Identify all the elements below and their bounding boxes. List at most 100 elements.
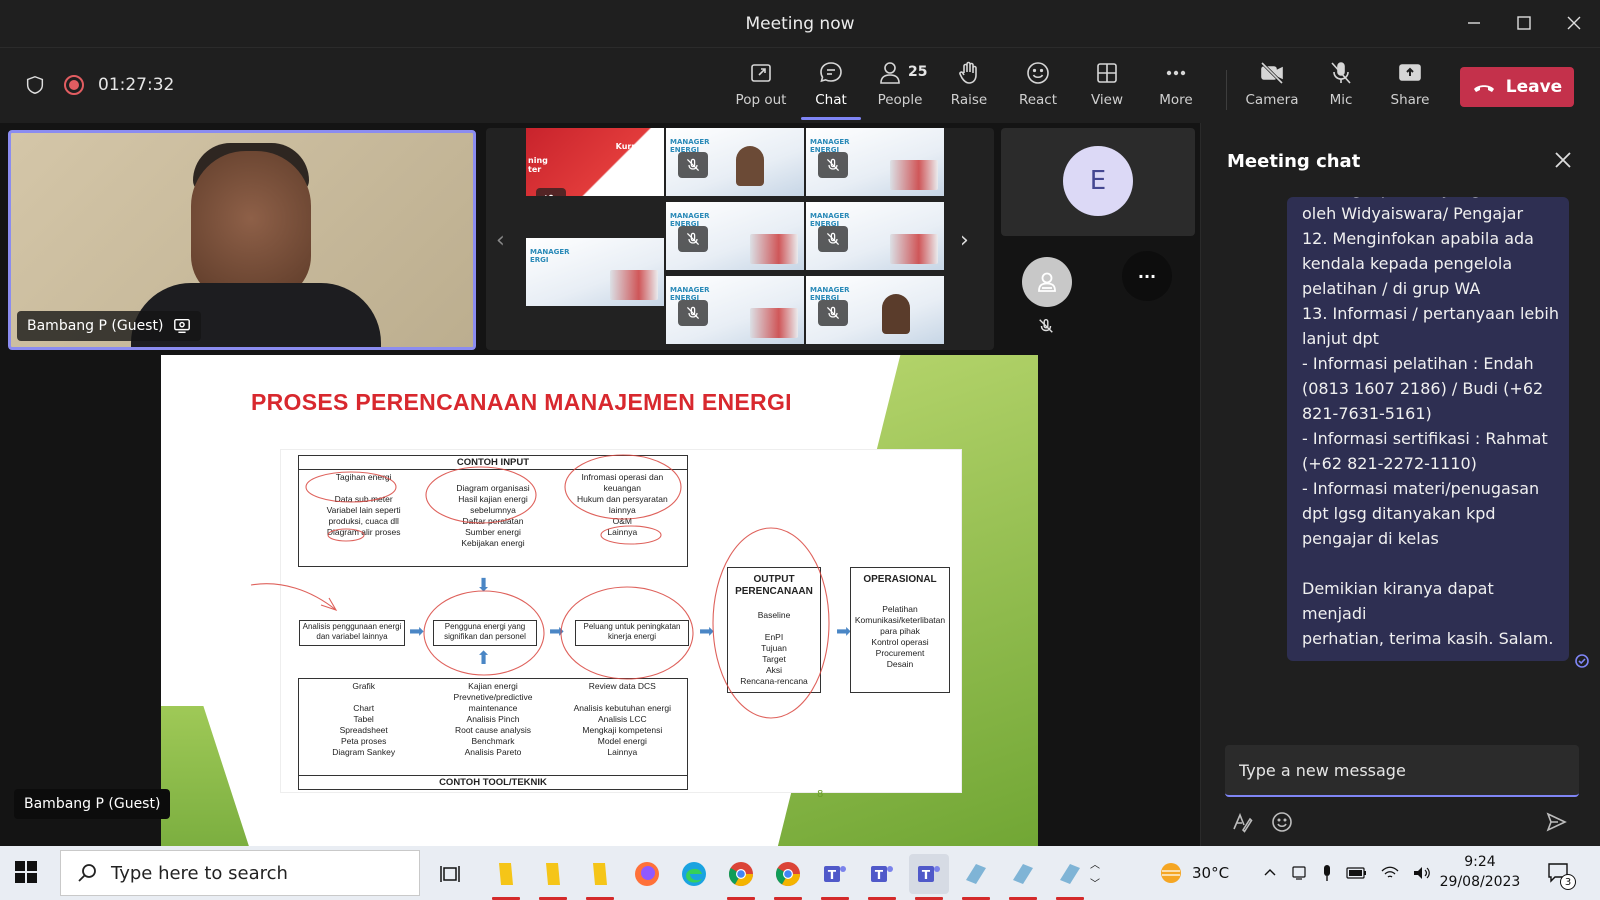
person-icon <box>1038 272 1056 292</box>
taskbar-search[interactable]: Type here to search <box>60 850 420 896</box>
close-chat-button[interactable] <box>1554 151 1572 173</box>
share-button[interactable]: Share <box>1376 60 1444 118</box>
participant-tile-e[interactable]: E <box>1001 128 1195 236</box>
slide-text-line: Aksi <box>765 665 783 675</box>
popout-button[interactable]: Pop out <box>727 60 795 118</box>
start-button[interactable] <box>14 860 38 888</box>
participant-tile[interactable]: MANAGER ENERGI <box>666 128 804 196</box>
slide-text-line: Infromasi operasi dan <box>581 472 664 482</box>
participant-video-frame <box>736 146 764 186</box>
muted-indicator <box>1037 317 1055 339</box>
taskbar-app-chrome[interactable] <box>768 854 808 900</box>
mic-off-icon <box>826 158 840 172</box>
participant-tile[interactable]: MANAGER ENERGI <box>666 276 804 344</box>
raise-hand-button[interactable]: Raise <box>935 60 1003 118</box>
task-view-button[interactable] <box>430 854 470 894</box>
window-title: Meeting now <box>745 14 855 34</box>
teams-icon: T <box>824 866 846 882</box>
taskbar-app-document[interactable] <box>1003 854 1043 900</box>
close-window-button[interactable] <box>1552 8 1596 38</box>
react-button[interactable]: React <box>1004 60 1072 118</box>
taskbar-app-firefox[interactable] <box>627 854 667 894</box>
slide-text-line: Peta proses <box>340 736 387 746</box>
format-button[interactable] <box>1231 811 1253 837</box>
slide-text-line: Analisis LCC <box>597 714 647 724</box>
taskbar-app-teams-active[interactable]: T <box>909 854 949 900</box>
step-peluang: Peluang untuk peningkatan kinerja energi <box>575 620 689 646</box>
leave-button[interactable]: Leave <box>1460 67 1574 107</box>
notification-center-button[interactable]: 3 <box>1546 846 1576 900</box>
taskbar-app-teams[interactable]: T <box>815 854 855 900</box>
taskbar-app-teams[interactable]: T <box>862 854 902 900</box>
taskbar-clock[interactable]: 9:24 29/08/2023 <box>1430 852 1530 892</box>
chat-message-bubble[interactable]: 11. Mengerjakan tugas dan melengkapi dat… <box>1287 197 1569 661</box>
slide-text-line: Target <box>762 654 786 664</box>
slide-text-line: para pihak <box>880 626 920 636</box>
input-col-2: Diagram organisasi Hasil kajian energi seb… <box>428 470 557 549</box>
slide-thumbnail-art <box>890 160 938 190</box>
taskbar-app-document[interactable] <box>956 854 996 900</box>
message-compose-box[interactable] <box>1225 745 1579 797</box>
participant-tile[interactable]: MANAGER ENERGI <box>806 128 944 196</box>
taskbar-app-explorer[interactable] <box>580 854 620 900</box>
minimize-button[interactable] <box>1452 8 1496 38</box>
tools-box: Grafik Chart Tabel Spreadsheet Peta proses D… <box>298 678 688 790</box>
slide-text-line <box>299 483 428 494</box>
participant-avatar-generic[interactable] <box>1022 257 1072 307</box>
tools-box-footer: CONTOH TOOL/TEKNIK <box>299 775 687 789</box>
slide-text-line: Hukum dan persyaratan <box>576 494 668 504</box>
emoji-button[interactable] <box>1271 811 1293 837</box>
svg-text:T: T <box>875 868 884 882</box>
slide-text-line: Analisis Pinch <box>466 714 520 724</box>
read-receipt-icon <box>1575 653 1589 672</box>
slide-text-line: Diagram alir proses <box>326 527 401 537</box>
participant-tile[interactable]: Kurniawa ning ter <box>526 128 664 196</box>
more-participants-button[interactable]: ··· <box>1122 251 1172 301</box>
slide-text-line: Tujuan <box>761 643 787 653</box>
slide-text-line: Sumber energi <box>465 527 521 537</box>
more-button[interactable]: More <box>1142 60 1210 118</box>
taskbar-app-edge[interactable] <box>674 854 714 894</box>
camera-off-icon <box>1260 61 1284 85</box>
weather-widget[interactable]: 30°C <box>1158 846 1229 900</box>
send-button[interactable] <box>1545 811 1567 837</box>
muted-indicator <box>678 226 708 252</box>
battery-icon[interactable] <box>1346 865 1368 881</box>
active-speaker-video[interactable]: Bambang P (Guest) <box>8 130 476 350</box>
muted-indicator <box>818 300 848 326</box>
volume-icon[interactable] <box>1412 865 1432 881</box>
firefox-icon <box>635 862 659 886</box>
mic-button[interactable]: Mic <box>1307 60 1375 118</box>
taskbar-app-explorer[interactable] <box>486 854 526 900</box>
participant-tile[interactable]: MANAGER ENERGI <box>806 276 944 344</box>
maximize-button[interactable] <box>1502 8 1546 38</box>
view-button[interactable]: View <box>1073 60 1141 118</box>
microphone-icon[interactable] <box>1320 864 1334 882</box>
people-button[interactable]: 25 People <box>866 60 934 118</box>
slide-text-line <box>728 621 820 632</box>
taskbar-app-chrome[interactable] <box>721 854 761 900</box>
gallery-next-icon[interactable]: › <box>960 228 969 253</box>
emoji-icon <box>1027 62 1049 84</box>
minimize-icon <box>1468 22 1480 24</box>
gallery-prev-icon[interactable]: ‹ <box>496 228 505 253</box>
message-input[interactable] <box>1225 745 1579 795</box>
device-icon[interactable] <box>1290 864 1308 882</box>
participant-tile[interactable]: MANAGER ERGI <box>526 238 664 306</box>
participant-tile[interactable]: MANAGER ENERGI <box>806 202 944 270</box>
participant-tile[interactable]: MANAGER ENERGI <box>666 202 804 270</box>
chat-icon <box>820 62 842 83</box>
input-box: CONTOH INPUT Tagihan energi Data sub met… <box>298 455 688 567</box>
taskbar-overflow-arrows[interactable]: ︿ ﹀ <box>1090 846 1100 900</box>
shield-icon[interactable] <box>24 74 46 96</box>
input-box-header: CONTOH INPUT <box>299 456 687 470</box>
wifi-icon[interactable] <box>1380 865 1400 881</box>
mic-off-icon <box>544 194 553 196</box>
chat-button[interactable]: Chat <box>797 60 865 120</box>
slide-thumbnail-art <box>750 234 798 264</box>
camera-button[interactable]: Camera <box>1238 60 1306 118</box>
chevron-up-icon[interactable] <box>1262 865 1278 881</box>
mic-off-icon <box>686 158 700 172</box>
taskbar-app-explorer[interactable] <box>533 854 573 900</box>
taskbar-app-document[interactable] <box>1050 854 1090 900</box>
